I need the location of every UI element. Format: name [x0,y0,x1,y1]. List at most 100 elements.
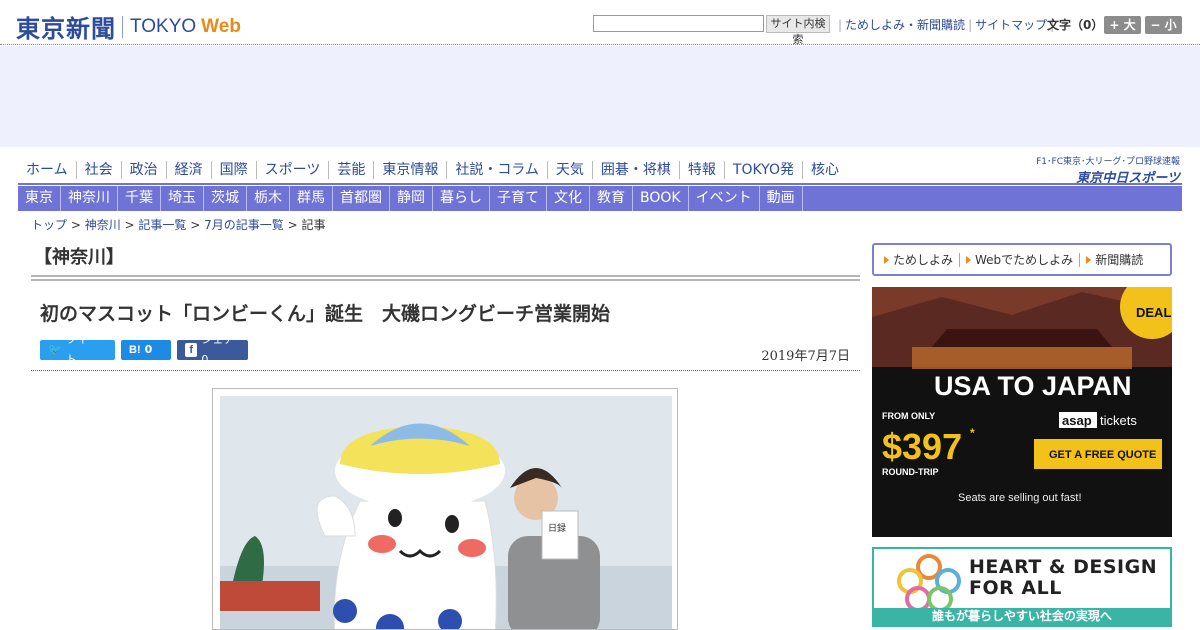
breadcrumb-current: 記事 [301,218,326,232]
heart-banner-line1: HEART & DESIGN [969,556,1158,578]
top-ad-area [0,46,1200,147]
ad-title: USA TO JAPAN [934,371,1132,401]
site-header: 東京新聞 TOKYO Web サイト内検索 | ためしよみ・新聞購読 | サイトマ… [0,0,1200,46]
breadcrumb-top[interactable]: トップ [31,218,67,232]
main-nav-item[interactable]: 国際 [210,161,256,179]
logo-english: TOKYO Web [130,16,241,38]
tweet-label: ツイート [65,333,99,366]
logo-web: Web [201,15,241,37]
section-title: 【神奈川】 [34,247,124,268]
web-trial-read-link[interactable]: Webでためしよみ [960,252,1081,267]
main-nav-item[interactable]: 政治 [120,161,166,179]
breadcrumb: トップ > 神奈川 > 記事一覧 > 7月の記事一覧 > 記事 [31,218,326,232]
breadcrumb-region[interactable]: 神奈川 [85,218,121,232]
ad-from-only: FROM ONLY [882,411,935,421]
logo-japanese: 東京新聞 [16,14,116,43]
person-note-text: 日録 [548,522,566,534]
article-date: 2019年7月7日 [761,349,850,364]
tweet-button[interactable]: 🐦 ツイート [40,333,115,366]
ad-price: $397 [882,426,962,467]
heart-banner-subtitle: 誰もが暮らしやすい社会の実現へ [874,608,1170,625]
chunichi-sports-link[interactable]: F1･FC東京･大リーグ･プロ野球速報 東京中日スポーツ [1025,154,1180,186]
main-nav-item[interactable]: ホーム [18,161,76,179]
ad-price-asterisk: * [970,426,975,440]
heart-design-banner[interactable]: HEART & DESIGN FOR ALL 誰もが暮らしやすい社会の実現へ [872,547,1172,627]
mascot-eye-left [388,509,402,527]
main-nav-item[interactable]: 天気 [546,161,592,179]
search-button[interactable]: サイト内検索 [766,15,830,46]
mascot-photo-illustration: 日録 [220,396,672,629]
main-nav-item[interactable]: 核心 [801,161,847,179]
region-nav-item[interactable]: 茨城 [204,186,247,211]
main-nav-item[interactable]: 特報 [678,161,724,179]
util-separator: | [838,17,843,32]
arrow-right-icon [1086,255,1092,264]
font-smaller-button[interactable]: − 小 [1145,16,1182,34]
mascot-body [333,500,497,629]
hatena-bookmark-button[interactable]: B! 0 [121,340,171,360]
mascot-cheek-left [368,535,396,553]
article-headline: 初のマスコット「ロンビーくん」誕生 大磯ロングビーチ営業開始 [40,303,611,325]
heart-banner-title: HEART & DESIGN FOR ALL [969,557,1157,599]
util-link-sitemap[interactable]: サイトマップ [975,16,1047,33]
region-nav-item[interactable]: イベント [689,186,760,211]
region-nav-item[interactable]: 神奈川 [61,186,118,211]
main-nav-item[interactable]: 芸能 [328,161,373,179]
region-nav-item[interactable]: 静岡 [390,186,433,211]
flower-logo-icon [897,554,961,612]
main-nav-item[interactable]: 社説・コラム [446,161,547,179]
util-link-trial-subscribe[interactable]: ためしよみ・新聞購読 [845,16,965,33]
region-nav-item[interactable]: 東京 [18,186,61,211]
mascot-cheek-right [458,539,486,557]
region-nav-item[interactable]: 文化 [547,186,590,211]
facebook-share-label: シェア 0 [201,333,235,366]
ad-cta-label: GET A FREE QUOTE [1049,449,1156,461]
heart-banner-line2: FOR ALL [969,577,1062,599]
breadcrumb-month[interactable]: 7月の記事一覧 [204,218,284,232]
region-nav-item[interactable]: 埼玉 [161,186,204,211]
region-nav-item[interactable]: 教育 [590,186,633,211]
main-nav-item[interactable]: 経済 [165,161,211,179]
ad-temple-lights [912,347,1132,369]
main-nav-item[interactable]: 社会 [75,161,121,179]
region-nav-item[interactable]: 群馬 [290,186,333,211]
region-nav: 東京 神奈川 千葉 埼玉 茨城 栃木 群馬 首都圏 静岡 暮らし 子育て 文化 … [18,186,1182,211]
web-trial-read-label: Webでためしよみ [975,252,1074,267]
hatena-icon: B! [129,344,141,356]
region-nav-item[interactable]: 子育て [490,186,547,211]
arrow-right-icon [966,255,972,264]
main-nav-item[interactable]: 囲碁・将棋 [591,161,679,179]
site-logo[interactable]: 東京新聞 TOKYO Web [16,9,241,44]
region-nav-item[interactable]: BOOK [633,186,689,211]
region-nav-item[interactable]: 栃木 [247,186,290,211]
main-nav-item[interactable]: スポーツ [255,161,329,179]
trial-read-link[interactable]: ためしよみ [878,252,961,267]
main-nav-item[interactable]: TOKYO発 [723,161,802,179]
util-separator: | [968,17,973,32]
double-rule [31,275,860,281]
search-input[interactable] [593,15,764,32]
person-note [541,510,579,560]
flight-ad-art: DEAL USA TO JAPAN FROM ONLY $397 * ROUND… [872,287,1172,537]
mascot-eye-right [445,515,459,533]
subscription-links: ためしよみ Webでためしよみ 新聞購読 [872,243,1172,276]
facebook-share-button[interactable]: f シェア 0 [177,333,248,366]
region-nav-item[interactable]: 動画 [760,186,803,211]
chunichi-tagline: F1･FC東京･大リーグ･プロ野球速報 [1036,157,1180,167]
ad-round-trip: ROUND-TRIP [882,467,939,477]
font-larger-button[interactable]: + 大 [1104,16,1141,34]
subscribe-link[interactable]: 新聞購読 [1080,253,1149,267]
breadcrumb-list[interactable]: 記事一覧 [138,218,186,232]
region-nav-item[interactable]: 暮らし [433,186,490,211]
region-nav-item[interactable]: 首都圏 [333,186,390,211]
main-nav-item[interactable]: 東京情報 [373,161,446,179]
ad-brand-asap: asap [1062,413,1092,428]
flight-ad[interactable]: DEAL USA TO JAPAN FROM ONLY $397 * ROUND… [872,287,1172,537]
utility-links: | ためしよみ・新聞購読 | サイトマップ | [835,16,1057,33]
region-nav-item[interactable]: 千葉 [118,186,161,211]
article-photo: 日録 [212,388,678,630]
twitter-icon: 🐦 [48,344,62,356]
main-nav: ホーム 社会 政治 経済 国際 スポーツ 芸能 東京情報 社説・コラム 天気 囲… [18,157,847,183]
ad-footer: Seats are selling out fast! [958,492,1082,504]
ad-roof-shape [932,329,1112,347]
